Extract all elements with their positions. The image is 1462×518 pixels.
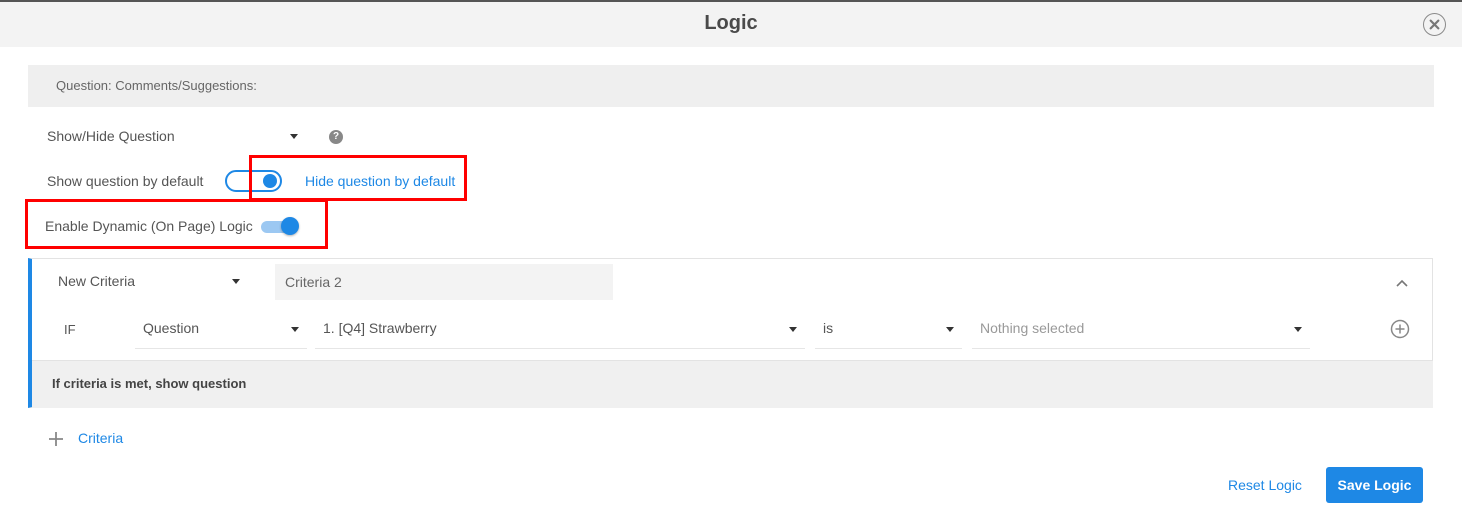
chevron-up-icon[interactable]: [1392, 275, 1412, 291]
condition-operator-value: is: [823, 320, 834, 336]
toggle-knob: [281, 217, 299, 235]
reset-logic-button[interactable]: Reset Logic: [1228, 477, 1302, 493]
criteria-type-value: New Criteria: [58, 273, 136, 289]
logic-type-value: Show/Hide Question: [47, 128, 175, 144]
plus-icon: [49, 432, 63, 446]
modal-header: Logic: [0, 2, 1462, 47]
condition-answer-placeholder: Nothing selected: [980, 320, 1085, 336]
show-by-default-label[interactable]: Show question by default: [47, 173, 203, 189]
modal-title: Logic: [704, 12, 758, 34]
criteria-name-input[interactable]: [275, 264, 613, 300]
criteria-action-row: If criteria is met, show question: [32, 360, 1433, 408]
dynamic-logic-toggle[interactable]: [261, 217, 299, 235]
condition-source-select[interactable]: Question: [135, 309, 307, 349]
caret-down-icon: [789, 327, 797, 332]
toggle-knob: [263, 174, 277, 188]
caret-down-icon[interactable]: [290, 134, 298, 139]
question-info-bar: Question: Comments/Suggestions:: [28, 65, 1434, 107]
condition-answer-select[interactable]: Nothing selected: [972, 309, 1310, 349]
condition-question-select[interactable]: 1. [Q4] Strawberry: [315, 309, 805, 349]
caret-down-icon: [291, 327, 299, 332]
add-condition-icon[interactable]: [1390, 319, 1410, 339]
caret-down-icon: [946, 327, 954, 332]
hide-by-default-label[interactable]: Hide question by default: [305, 173, 455, 189]
criteria-card: New Criteria IF Question 1. [Q4] Strawbe…: [28, 258, 1433, 408]
criteria-action-text: If criteria is met, show question: [52, 376, 247, 391]
condition-question-value: 1. [Q4] Strawberry: [323, 320, 437, 336]
close-icon: [1429, 19, 1440, 30]
dynamic-logic-label: Enable Dynamic (On Page) Logic: [45, 218, 253, 234]
add-criteria-label: Criteria: [78, 430, 124, 446]
condition-source-value: Question: [143, 320, 200, 336]
if-label: IF: [64, 322, 76, 337]
condition-operator-select[interactable]: is: [815, 309, 962, 349]
caret-down-icon: [1294, 327, 1302, 332]
question-text: Question: Comments/Suggestions:: [56, 78, 257, 93]
close-button[interactable]: [1423, 13, 1446, 36]
save-logic-button[interactable]: Save Logic: [1326, 467, 1423, 503]
help-icon[interactable]: ?: [329, 130, 343, 144]
default-visibility-toggle[interactable]: [225, 170, 282, 192]
caret-down-icon[interactable]: [232, 279, 240, 284]
